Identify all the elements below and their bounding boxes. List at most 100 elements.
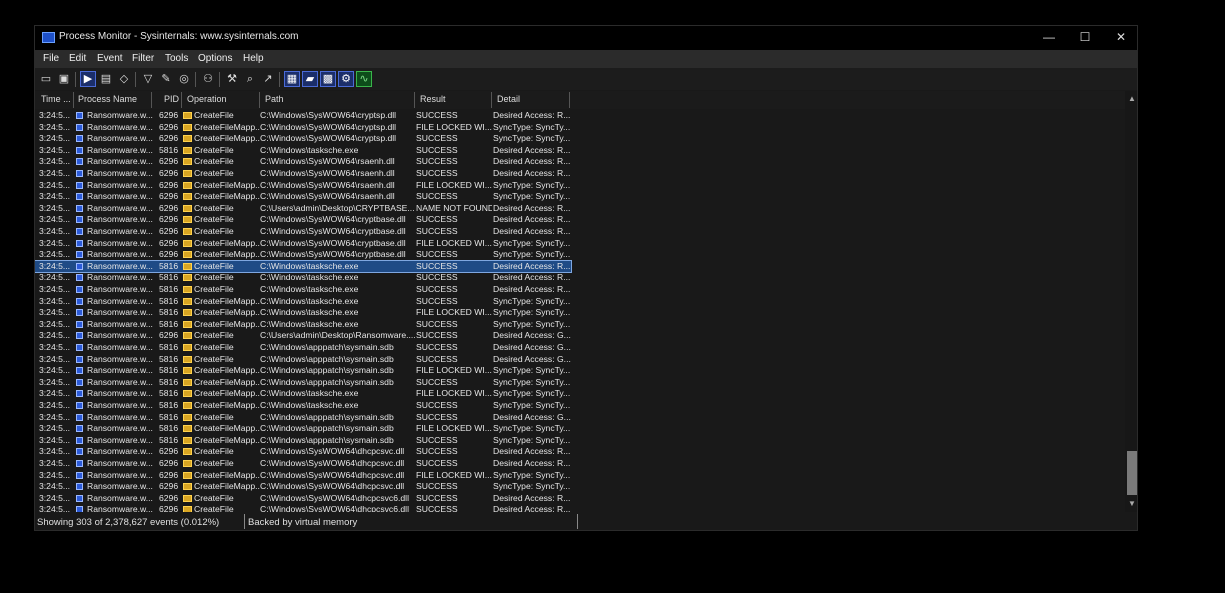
filesystem-operation-icon <box>183 297 192 305</box>
column-header: Time ... Process Name PID Operation Path… <box>35 91 1125 109</box>
table-row[interactable]: 3:24:5... Ransomware.w... 5816 CreateFileMa… <box>35 296 571 308</box>
cell-time: 3:24:5... <box>39 481 71 492</box>
process-icon <box>76 286 83 293</box>
col-process-name[interactable]: Process Name <box>78 94 137 104</box>
process-tree-icon[interactable]: ⚇ <box>201 72 215 86</box>
open-icon[interactable]: ▭ <box>39 72 53 86</box>
col-pid[interactable]: PID <box>164 94 179 104</box>
menu-help[interactable]: Help <box>243 53 264 64</box>
menu-edit[interactable]: Edit <box>69 53 86 64</box>
cell-process-name: Ransomware.w... <box>87 434 153 445</box>
table-row[interactable]: 3:24:5... Ransomware.w... 6296 CreateFileMa… <box>35 249 571 261</box>
cell-process-name: Ransomware.w... <box>87 191 153 202</box>
col-path[interactable]: Path <box>265 94 284 104</box>
maximize-button[interactable]: ☐ <box>1067 26 1103 50</box>
highlight-icon[interactable]: ✎ <box>159 72 173 86</box>
table-row[interactable]: 3:24:5... Ransomware.w... 5816 CreateFileMa… <box>35 365 571 377</box>
cell-result: SUCCESS <box>416 156 458 167</box>
title-bar[interactable]: Process Monitor - Sysinternals: www.sysi… <box>35 26 1137 50</box>
cell-path: C:\Windows\tasksche.exe <box>260 318 359 329</box>
scroll-up-icon[interactable]: ▲ <box>1125 93 1137 105</box>
filesystem-icon[interactable]: ▰ <box>302 71 318 87</box>
table-row[interactable]: 3:24:5... Ransomware.w... 5816 CreateFileMa… <box>35 400 571 412</box>
table-row[interactable]: 3:24:5... Ransomware.w... 5816 CreateFileMa… <box>35 319 571 331</box>
table-row[interactable]: 3:24:5... Ransomware.w... 6296 CreateFile C:… <box>35 203 571 215</box>
table-row[interactable]: 3:24:5... Ransomware.w... 6296 CreateFileMa… <box>35 133 571 145</box>
table-row[interactable]: 3:24:5... Ransomware.w... 5816 CreateFile C:… <box>35 284 571 296</box>
table-row[interactable]: 3:24:5... Ransomware.w... 5816 CreateFileMa… <box>35 307 571 319</box>
table-row[interactable]: 3:24:5... Ransomware.w... 6296 CreateFile C:… <box>35 168 571 180</box>
profiling-icon[interactable]: ∿ <box>356 71 372 87</box>
table-row[interactable]: 3:24:5... Ransomware.w... 6296 CreateFile C:… <box>35 504 571 512</box>
toolbar-separator <box>135 72 136 87</box>
autoscroll-icon[interactable]: ▤ <box>99 72 113 86</box>
cell-detail: Desired Access: R... <box>493 284 571 294</box>
table-row[interactable]: 3:24:5... Ransomware.w... 5816 CreateFileMa… <box>35 377 571 389</box>
table-row[interactable]: 3:24:5... Ransomware.w... 5816 CreateFile C:… <box>35 272 571 284</box>
jump-icon[interactable]: ↗ <box>261 72 275 86</box>
find-icon[interactable]: ⌕ <box>243 72 257 86</box>
col-operation[interactable]: Operation <box>187 94 227 104</box>
table-row[interactable]: 3:24:5... Ransomware.w... 5816 CreateFile C:… <box>35 145 571 157</box>
menu-event[interactable]: Event <box>97 53 123 64</box>
save-icon[interactable]: ▣ <box>57 72 71 86</box>
table-row[interactable]: 3:24:5... Ransomware.w... 6296 CreateFileMa… <box>35 122 571 134</box>
menu-filter[interactable]: Filter <box>132 53 154 64</box>
include-process-icon[interactable]: ◎ <box>177 72 191 86</box>
process-thread-icon[interactable]: ⚙ <box>338 71 354 87</box>
registry-icon[interactable]: ▦ <box>284 71 300 87</box>
menu-tools[interactable]: Tools <box>165 53 188 64</box>
scroll-down-icon[interactable]: ▼ <box>1125 498 1137 510</box>
cell-detail: SyncType: SyncTy... <box>493 469 571 480</box>
filter-icon[interactable]: ▽ <box>141 72 155 86</box>
close-button[interactable]: ✕ <box>1103 26 1137 50</box>
table-row[interactable]: 3:24:5... Ransomware.w... 5816 CreateFileMa… <box>35 423 571 435</box>
table-row[interactable]: 3:24:5... Ransomware.w... 5816 CreateFile C:… <box>35 412 571 424</box>
table-row[interactable]: 3:24:5... Ransomware.w... 6296 CreateFile C:… <box>35 156 571 168</box>
cell-process-name: Ransomware.w... <box>87 121 153 132</box>
menu-options[interactable]: Options <box>198 53 232 64</box>
clear-icon[interactable]: ◇ <box>117 72 131 86</box>
table-row[interactable]: 3:24:5... Ransomware.w... 6296 CreateFileMa… <box>35 481 571 493</box>
network-icon[interactable]: ▩ <box>320 71 336 87</box>
table-row[interactable]: 3:24:5... Ransomware.w... 6296 CreateFileMa… <box>35 470 571 482</box>
cell-detail: SyncType: SyncTy... <box>493 365 571 376</box>
table-row[interactable]: 3:24:5... Ransomware.w... 5816 CreateFile C:… <box>35 342 571 354</box>
cell-process-name: Ransomware.w... <box>87 307 153 318</box>
cell-pid: 5816 <box>159 388 179 399</box>
table-row[interactable]: 3:24:5... Ransomware.w... 5816 CreateFileMa… <box>35 435 571 447</box>
process-icon <box>76 204 83 212</box>
table-row[interactable]: 3:24:5... Ransomware.w... 6296 CreateFileMa… <box>35 191 571 203</box>
menu-file[interactable]: File <box>43 53 59 64</box>
cell-pid: 5816 <box>159 307 179 318</box>
table-row[interactable]: 3:24:5... Ransomware.w... 6296 CreateFile C:… <box>35 330 571 342</box>
table-row[interactable]: 3:24:5... Ransomware.w... 6296 CreateFile C:… <box>35 458 571 470</box>
table-row[interactable]: 3:24:5... Ransomware.w... 5816 CreateFileMa… <box>35 388 571 400</box>
cell-operation: CreateFile <box>194 446 234 457</box>
cell-process-name: Ransomware.w... <box>87 202 153 213</box>
cell-pid: 6296 <box>159 249 179 260</box>
cell-pid: 6296 <box>159 133 179 144</box>
table-row[interactable]: 3:24:5... Ransomware.w... 5816 CreateFile C:… <box>35 354 571 366</box>
capture-icon[interactable]: ▶ <box>80 71 96 87</box>
properties-icon[interactable]: ⚒ <box>225 72 239 86</box>
table-row[interactable]: 3:24:5... Ransomware.w... 6296 CreateFile C:… <box>35 110 571 122</box>
col-time[interactable]: Time ... <box>41 94 71 104</box>
cell-result: SUCCESS <box>416 504 458 512</box>
table-row[interactable]: 3:24:5... Ransomware.w... 6296 CreateFile C:… <box>35 214 571 226</box>
table-row[interactable]: 3:24:5... Ransomware.w... 5816 CreateFile C:… <box>35 259 572 274</box>
minimize-button[interactable]: — <box>1031 26 1067 50</box>
col-detail[interactable]: Detail <box>497 94 520 104</box>
table-row[interactable]: 3:24:5... Ransomware.w... 6296 CreateFileMa… <box>35 238 571 250</box>
table-row[interactable]: 3:24:5... Ransomware.w... 6296 CreateFile C:… <box>35 493 571 505</box>
cell-process-name: Ransomware.w... <box>87 365 153 376</box>
table-row[interactable]: 3:24:5... Ransomware.w... 6296 CreateFile C:… <box>35 226 571 238</box>
scroll-thumb[interactable] <box>1127 451 1137 495</box>
col-result[interactable]: Result <box>420 94 446 104</box>
cell-time: 3:24:5... <box>39 365 71 376</box>
table-row[interactable]: 3:24:5... Ransomware.w... 6296 CreateFile C:… <box>35 446 571 458</box>
table-row[interactable]: 3:24:5... Ransomware.w... 6296 CreateFileMa… <box>35 180 571 192</box>
vertical-scrollbar[interactable]: ▲ ▼ <box>1125 91 1137 512</box>
cell-pid: 6296 <box>159 492 179 503</box>
event-list[interactable]: 3:24:5... Ransomware.w... 6296 CreateFile C:… <box>35 109 1125 512</box>
